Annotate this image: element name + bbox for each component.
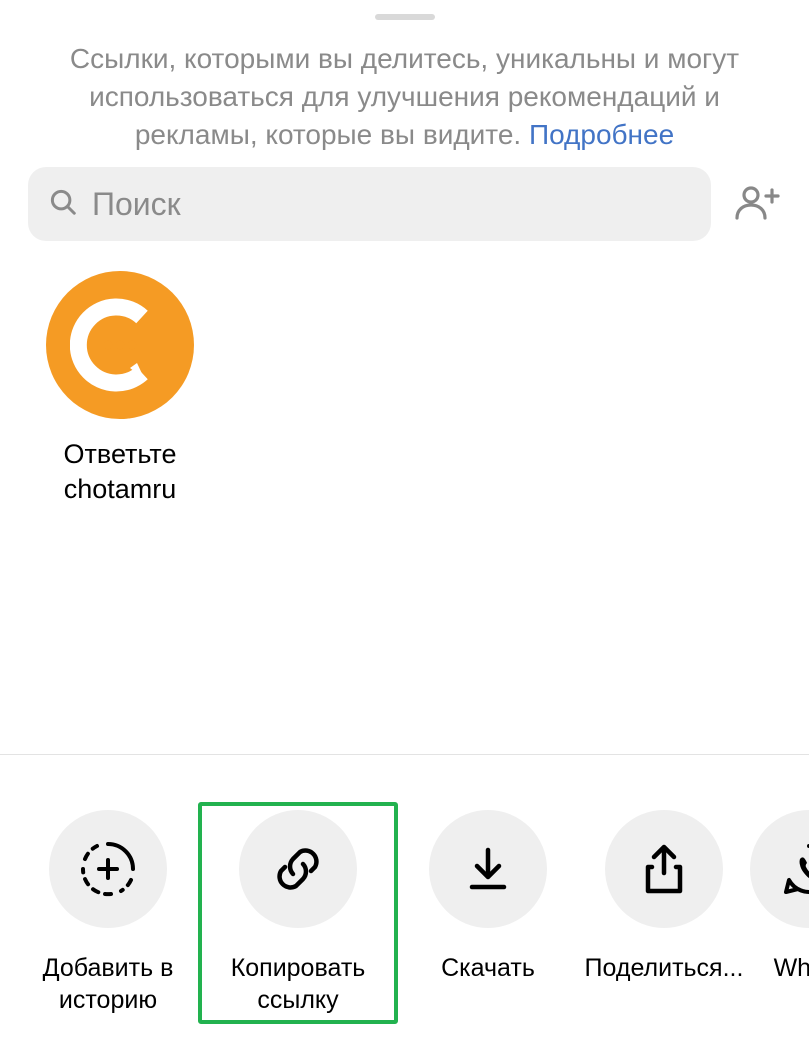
whatsapp-icon xyxy=(750,810,809,928)
action-copy-link[interactable]: Копировать ссылку xyxy=(198,802,398,1024)
contact-label-line2: chotamru xyxy=(64,472,177,507)
contacts-list: Ответьте chotamru xyxy=(0,241,809,507)
add-story-icon xyxy=(49,810,167,928)
action-label: Whats xyxy=(774,952,809,1016)
add-person-button[interactable] xyxy=(731,179,781,229)
action-label: Копировать ссылку xyxy=(202,952,394,1016)
link-icon xyxy=(239,810,357,928)
contact-label: Ответьте chotamru xyxy=(64,437,177,507)
action-label: Добавить в историю xyxy=(26,952,190,1016)
info-more-link[interactable]: Подробнее xyxy=(529,119,674,150)
search-box[interactable] xyxy=(28,167,711,241)
download-icon xyxy=(429,810,547,928)
contact-label-line1: Ответьте xyxy=(64,437,177,472)
action-label: Поделиться... xyxy=(585,952,744,1016)
search-icon xyxy=(48,187,78,222)
divider xyxy=(0,754,809,755)
action-add-story[interactable]: Добавить в историю xyxy=(22,802,194,1024)
avatar xyxy=(46,271,194,419)
add-person-icon xyxy=(731,182,781,227)
info-text: Ссылки, которыми вы делитесь, уникальны … xyxy=(0,40,809,153)
action-whatsapp[interactable]: Whats xyxy=(754,802,809,1024)
contact-item[interactable]: Ответьте chotamru xyxy=(40,271,200,507)
action-label: Скачать xyxy=(441,952,535,1016)
search-input[interactable] xyxy=(92,186,691,223)
action-download[interactable]: Скачать xyxy=(402,802,574,1024)
actions-row: Добавить в историю Копировать ссылку Ска… xyxy=(0,802,809,1024)
search-row xyxy=(0,167,809,241)
action-share[interactable]: Поделиться... xyxy=(578,802,750,1024)
drag-handle[interactable] xyxy=(375,14,435,20)
share-icon xyxy=(605,810,723,928)
